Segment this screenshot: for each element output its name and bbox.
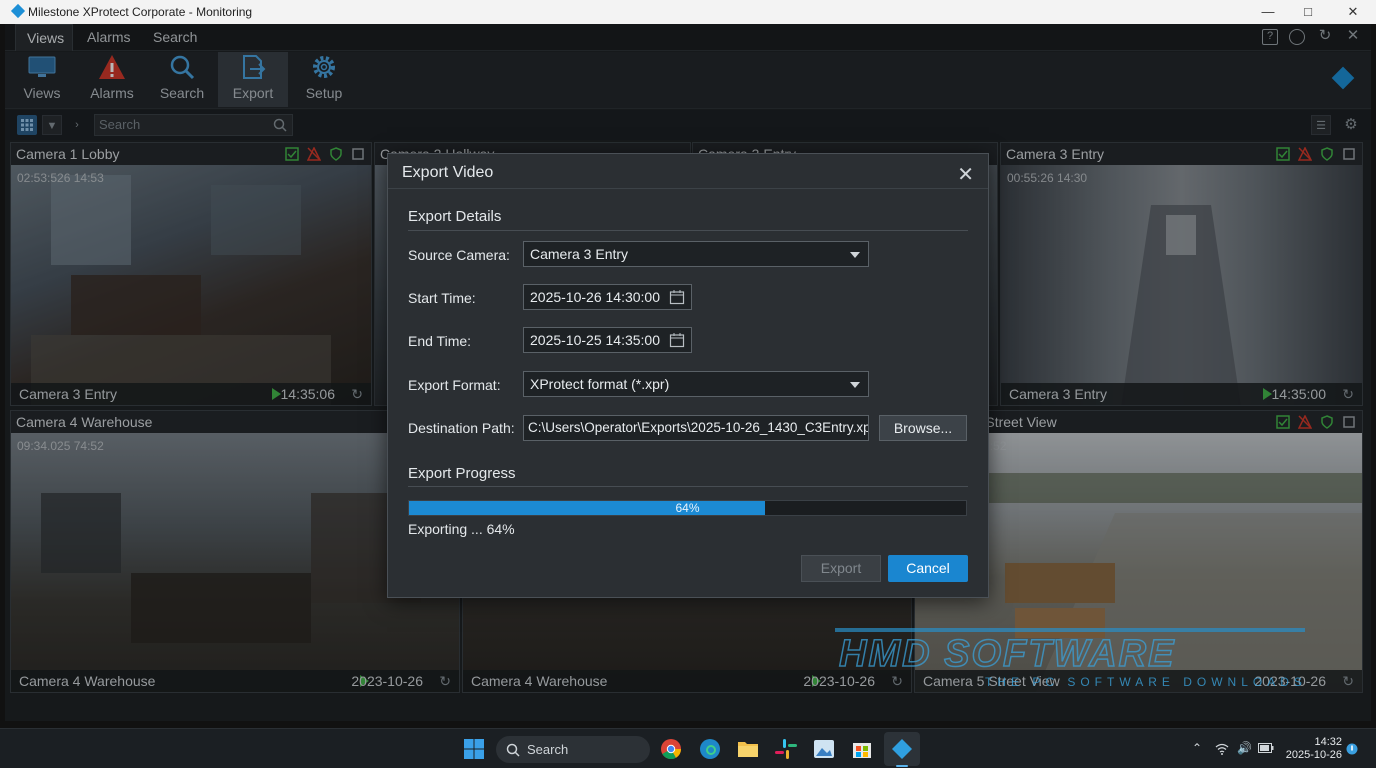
wifi-icon[interactable] [1215, 743, 1229, 755]
export-status-text: Exporting ... 64% [408, 521, 515, 537]
dialog-divider [388, 188, 988, 189]
battery-icon[interactable] [1258, 743, 1274, 753]
xprotect-app-icon[interactable] [890, 738, 914, 760]
destination-path-value: C:\Users\Operator\Exports\2025-10-26_143… [528, 420, 869, 435]
export-format-value: XProtect format (*.xpr) [530, 376, 670, 392]
windows-start-icon[interactable] [462, 738, 486, 760]
watermark-logo: HMD SOFTWARE THE PC SOFTWARE DOWNLOADS [835, 628, 1305, 689]
store-icon[interactable] [850, 738, 874, 760]
calendar-icon[interactable] [669, 332, 685, 348]
taskbar-clock[interactable]: 14:32 2025-10-26 [1286, 736, 1342, 762]
notification-icon[interactable] [1346, 742, 1358, 756]
end-time-label: End Time: [408, 333, 472, 349]
app-window: Views Alarms Search ? ↻ ✕ Views Alarms S… [5, 24, 1371, 721]
taskbar-search-label: Search [527, 742, 569, 757]
window-title: Milestone XProtect Corporate - Monitorin… [28, 5, 253, 19]
svg-text:HMD SOFTWARE: HMD SOFTWARE [839, 633, 1175, 675]
section-divider [408, 230, 968, 231]
export-video-dialog: Export Video ✕ Export Details Source Cam… [387, 153, 989, 598]
progress-percent: 64% [675, 501, 700, 515]
milestone-logo-icon [10, 3, 26, 19]
chevron-down-icon [850, 252, 860, 258]
end-time-value: 2025-10-25 14:35:00 [530, 332, 660, 348]
taskbar-search-box[interactable]: Search [496, 736, 650, 763]
volume-icon[interactable]: 🔊 [1237, 741, 1252, 755]
slack-icon[interactable] [774, 738, 798, 760]
destination-path-input[interactable]: C:\Users\Operator\Exports\2025-10-26_143… [523, 415, 869, 441]
chrome-icon[interactable] [659, 738, 683, 760]
taskbar-date: 2025-10-26 [1285, 749, 1342, 761]
windows-taskbar: Search ⌃ 🔊 14:32 2025-10-26 [0, 728, 1376, 768]
source-camera-select[interactable]: Camera 3 Entry [523, 241, 869, 267]
edge-icon[interactable] [698, 738, 722, 760]
dialog-title: Export Video [402, 164, 494, 181]
export-format-label: Export Format: [408, 377, 501, 393]
file-explorer-icon[interactable] [736, 738, 760, 760]
maximize-button[interactable]: □ [1285, 0, 1331, 24]
start-time-field[interactable]: 2025-10-26 14:30:00 [523, 284, 692, 310]
svg-text:THE PC SOFTWARE DOWNLOADS: THE PC SOFTWARE DOWNLOADS [985, 675, 1305, 689]
photos-app-icon[interactable] [812, 738, 836, 760]
close-window-button[interactable]: ✕ [1330, 0, 1376, 24]
chevron-up-icon[interactable]: ⌃ [1192, 741, 1202, 755]
end-time-field[interactable]: 2025-10-25 14:35:00 [523, 327, 692, 353]
start-time-value: 2025-10-26 14:30:00 [530, 289, 660, 305]
cancel-button[interactable]: Cancel [888, 555, 968, 582]
dialog-close-icon[interactable]: ✕ [957, 162, 974, 187]
export-progress-bar: 64% [408, 500, 967, 516]
taskbar-time: 14:32 [1314, 736, 1342, 748]
section-divider [408, 486, 968, 487]
window-titlebar: Milestone XProtect Corporate - Monitorin… [0, 0, 1376, 24]
export-details-heading: Export Details [408, 208, 502, 225]
calendar-icon[interactable] [669, 289, 685, 305]
source-camera-label: Source Camera: [408, 247, 510, 263]
chevron-down-icon [850, 382, 860, 388]
destination-path-label: Destination Path: [408, 420, 515, 436]
source-camera-value: Camera 3 Entry [530, 246, 629, 262]
active-indicator [896, 765, 908, 767]
browse-button[interactable]: Browse... [879, 415, 967, 441]
search-icon [506, 743, 520, 757]
start-time-label: Start Time: [408, 290, 476, 306]
export-progress-heading: Export Progress [408, 465, 516, 482]
export-button[interactable]: Export [801, 555, 881, 582]
export-format-select[interactable]: XProtect format (*.xpr) [523, 371, 869, 397]
